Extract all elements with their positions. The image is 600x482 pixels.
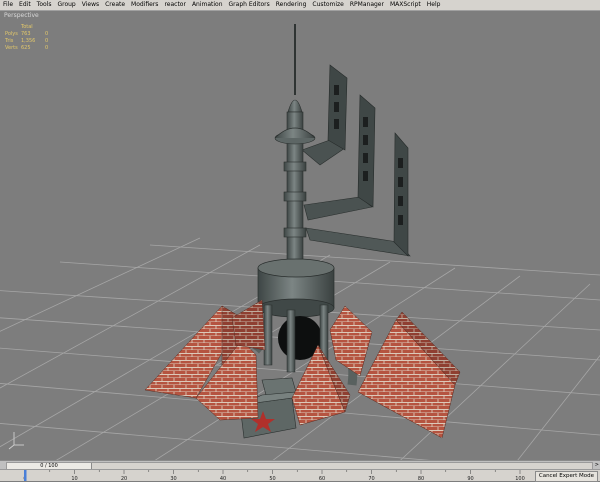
menu-rendering[interactable]: Rendering	[273, 0, 310, 10]
menu-reactor[interactable]: reactor	[161, 0, 189, 10]
ruler-tick-label: 20	[121, 476, 127, 481]
menu-rpmanager[interactable]: RPManager	[347, 0, 387, 10]
ruler-tick-label: 70	[368, 476, 374, 481]
viewport-label[interactable]: Perspective	[4, 12, 39, 19]
cancel-expert-mode-button[interactable]: Cancel Expert Mode	[534, 471, 598, 482]
menu-edit[interactable]: Edit	[16, 0, 34, 10]
stats-row: Verts 625 0	[5, 45, 49, 51]
menu-help[interactable]: Help	[424, 0, 444, 10]
track-bar[interactable]: 0102030405060708090100 Cancel Expert Mod…	[0, 469, 600, 482]
menu-bar: File Edit Tools Group Views Create Modif…	[0, 0, 600, 11]
app-window: File Edit Tools Group Views Create Modif…	[0, 0, 600, 482]
stats-row: Tris 1,356 0	[5, 38, 49, 44]
frame-ruler[interactable]: 0102030405060708090100	[0, 470, 540, 481]
menu-maxscript[interactable]: MAXScript	[387, 0, 424, 10]
menu-tools[interactable]: Tools	[34, 0, 55, 10]
stats-row: Polys 763 0	[5, 31, 49, 37]
ruler-tick-label: 60	[319, 476, 325, 481]
ruler-tick-label: 100	[515, 476, 525, 481]
menu-group[interactable]: Group	[54, 0, 78, 10]
ruler-tick-label: 80	[418, 476, 424, 481]
statistics-overlay: Total Polys 763 0 Tris 1,356 0 Verts 625…	[5, 24, 48, 52]
menu-views[interactable]: Views	[79, 0, 102, 10]
menu-animation[interactable]: Animation	[189, 0, 226, 10]
scene-render	[0, 24, 600, 460]
menu-create[interactable]: Create	[102, 0, 128, 10]
menu-graph-editors[interactable]: Graph Editors	[226, 0, 273, 10]
ruler-tick-label: 40	[220, 476, 226, 481]
current-frame-marker[interactable]	[24, 470, 27, 481]
time-next-arrow-icon[interactable]: >	[595, 462, 599, 468]
menu-modifiers[interactable]: Modifiers	[128, 0, 161, 10]
ruler-tick-label: 30	[170, 476, 176, 481]
perspective-viewport[interactable]: Perspective Total Polys 763 0 Tris 1,356…	[0, 11, 600, 460]
ruler-tick-label: 50	[269, 476, 275, 481]
ruler-tick-label: 10	[71, 476, 77, 481]
stats-header: Total	[21, 24, 33, 30]
menu-file[interactable]: File	[0, 0, 16, 10]
menu-customize[interactable]: Customize	[309, 0, 347, 10]
ruler-tick-label: 90	[467, 476, 473, 481]
